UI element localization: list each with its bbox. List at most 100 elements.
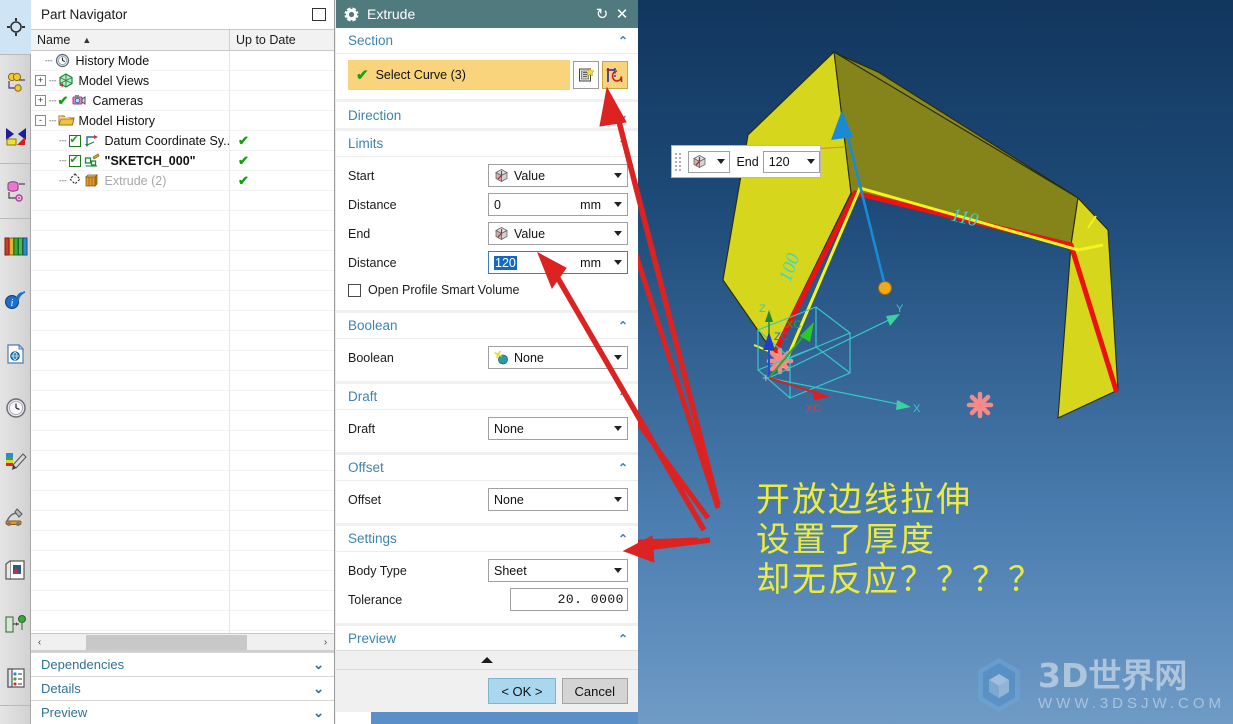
group-limits-header[interactable]: Limits ⌃ (336, 131, 638, 157)
chevron-down-icon[interactable] (609, 223, 627, 244)
feature-checkbox[interactable] (68, 153, 81, 167)
chevron-down-icon[interactable] (609, 560, 627, 581)
limits-start-select[interactable]: Value (488, 164, 628, 187)
scroll-right-icon[interactable]: › (317, 635, 334, 650)
group-offset-header[interactable]: Offset ⌃ (336, 455, 638, 481)
scrollbar-thumb[interactable] (85, 634, 248, 650)
ok-button[interactable]: < OK > (488, 678, 556, 704)
chevron-down-icon[interactable] (717, 159, 726, 164)
group-section-header[interactable]: Section ⌃ (336, 28, 638, 54)
html-document-icon[interactable] (0, 327, 31, 381)
reset-button[interactable]: ↻ (592, 3, 612, 25)
expand-icon[interactable]: + (35, 95, 46, 106)
history-clock-icon[interactable] (0, 381, 31, 435)
group-draft-header[interactable]: Draft ⌃ (336, 384, 638, 410)
chevron-down-icon[interactable] (609, 418, 627, 439)
group-settings-body: Body Type Sheet Tolerance 20. 0000 (336, 552, 638, 623)
tree-row-empty (31, 530, 334, 551)
limits-end-select[interactable]: Value (488, 222, 628, 245)
group-boolean-header[interactable]: Boolean ⌃ (336, 313, 638, 339)
cancel-button[interactable]: Cancel (561, 678, 628, 704)
scroll-left-icon[interactable]: ‹ (31, 635, 48, 650)
undock-button[interactable] (312, 7, 326, 21)
system-materials-icon[interactable] (0, 435, 31, 489)
tolerance-input[interactable]: 20. 0000 (510, 588, 628, 611)
chevron-down-icon[interactable] (806, 159, 815, 164)
tree-horizontal-scrollbar[interactable]: ‹ › (31, 633, 334, 650)
limits-start-distance-field[interactable]: 0 mm (488, 193, 628, 216)
part-navigator-icon[interactable] (0, 109, 31, 163)
assembly-navigator-icon[interactable] (0, 0, 31, 54)
collapse-icon[interactable]: - (35, 115, 46, 126)
watermark-logo-icon (968, 654, 1030, 716)
chevron-down-icon[interactable] (609, 252, 627, 273)
floating-end-toolbar[interactable]: End 120 (671, 145, 821, 178)
chevron-down-icon[interactable] (609, 165, 627, 186)
extrude-dialog-titlebar[interactable]: Extrude ↻ ✕ (336, 0, 638, 28)
body-type-select[interactable]: Sheet (488, 559, 628, 582)
group-preview-header[interactable]: Preview ⌃ (336, 626, 638, 650)
group-offset-body: Offset None (336, 481, 638, 523)
draw-section-button[interactable] (602, 61, 628, 89)
chinese-annotation-text: 开放边线拉伸 设置了厚度 却无反应？？？？ (756, 480, 1044, 600)
tree-row[interactable]: - ┄ Model History (31, 110, 334, 131)
draft-select[interactable]: None (488, 417, 628, 440)
drag-grip-icon[interactable] (674, 151, 685, 173)
tree-row-status (230, 111, 334, 131)
panel-dependencies[interactable]: Dependencies ⌄ (31, 652, 334, 676)
views-icon (58, 72, 75, 89)
limits-end-distance-value: 120 (494, 255, 517, 270)
part-navigator-tree[interactable]: ┄ History Mode + ┄ Model Views + ┄ ✔ Cam… (31, 51, 334, 633)
feature-checkbox[interactable] (68, 133, 81, 147)
chevron-down-icon[interactable] (609, 489, 627, 510)
extrude-icon (84, 173, 101, 189)
expand-icon[interactable]: + (35, 75, 46, 86)
column-header-name[interactable]: Name ▲ (31, 30, 230, 50)
limit-type-combo[interactable] (688, 150, 731, 173)
float-end-value-combo[interactable]: 120 (762, 150, 820, 173)
offset-select[interactable]: None (488, 488, 628, 511)
group-direction-header[interactable]: Direction ⌄ (336, 102, 638, 128)
sketch-section-button[interactable] (573, 61, 599, 89)
tree-row[interactable]: ┄ "SKETCH_000" ✔ (31, 150, 334, 171)
tree-row-label: "SKETCH_000" (104, 153, 196, 168)
column-header-uptodate[interactable]: Up to Date (230, 30, 334, 50)
roles-icon[interactable] (0, 651, 31, 705)
chevron-down-icon[interactable] (609, 347, 627, 368)
3d-viewport[interactable]: Z Y X ZC XC XC + 110 100 End 120 开放边线拉伸 … (638, 0, 1233, 724)
annotation-arrow-3 (638, 537, 699, 545)
panel-details[interactable]: Details ⌄ (31, 676, 334, 700)
tree-row-empty (31, 190, 334, 211)
process-studio-icon[interactable] (0, 489, 31, 543)
dialog-expand-collapse-toggle[interactable] (336, 650, 638, 670)
watermark-subtitle: WWW.3DSJW.COM (1038, 694, 1225, 712)
tree-row[interactable]: ┄ Datum Coordinate Sy... ✔ (31, 130, 334, 151)
information-wifi-icon[interactable]: i (0, 273, 31, 327)
group-offset-title: Offset (348, 460, 384, 475)
system-scenes-icon[interactable] (0, 543, 31, 597)
open-profile-checkbox[interactable] (348, 283, 361, 297)
tree-row[interactable]: ┄ Extrude (2) ✔ (31, 170, 334, 191)
group-settings-header[interactable]: Settings ⌃ (336, 526, 638, 552)
close-button[interactable]: ✕ (612, 3, 632, 25)
reuse-books-icon[interactable] (0, 219, 31, 273)
tree-row[interactable]: + ┄ ✔ Cameras (31, 90, 334, 111)
tree-row-label: Cameras (92, 93, 144, 108)
boolean-select[interactable]: None (488, 346, 628, 369)
chevron-down-icon: ⌄ (313, 656, 324, 672)
limits-end-distance-field[interactable]: 120 mm (488, 251, 628, 274)
scrollbar-track[interactable] (48, 634, 317, 650)
face-left-wing (722, 50, 852, 354)
chevron-down-icon[interactable] (609, 194, 627, 215)
system-visual-icon[interactable] (0, 597, 31, 651)
tree-row[interactable]: + ┄ Model Views (31, 70, 334, 91)
open-profile-label: Open Profile Smart Volume (368, 283, 520, 297)
chevron-up-icon: ⌃ (617, 631, 628, 646)
tree-row[interactable]: ┄ History Mode (31, 51, 334, 71)
constraint-navigator-icon[interactable] (0, 55, 31, 109)
group-draft-body: Draft None (336, 410, 638, 452)
reuse-library-icon[interactable] (0, 164, 31, 218)
panel-preview[interactable]: Preview ⌄ (31, 700, 334, 724)
limits-end-label: End (348, 226, 371, 241)
select-curve-button[interactable]: ✔ Select Curve (3) (348, 60, 570, 90)
